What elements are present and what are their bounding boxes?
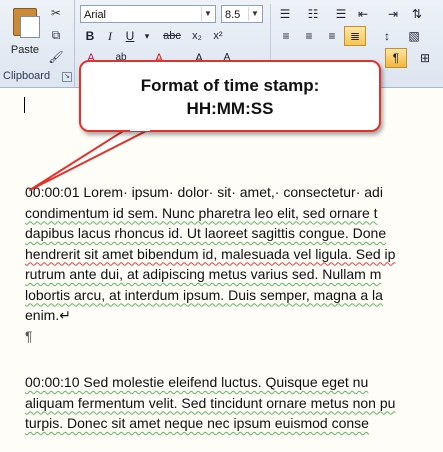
align-right-icon[interactable]: ≡ <box>323 27 341 45</box>
chevron-down-icon[interactable]: ▼ <box>201 7 214 21</box>
align-left-icon[interactable]: ≡ <box>277 27 295 45</box>
group-separator <box>270 4 271 66</box>
multilevel-list-icon[interactable]: ☰ <box>332 5 350 23</box>
clipboard-group: Paste ✂ ⧉ 🖌 Clipboard ↘ <box>0 0 75 87</box>
sort-icon[interactable]: ⇅ <box>408 5 426 23</box>
paste-sheet-icon <box>20 16 40 38</box>
superscript-button[interactable]: x² <box>209 27 227 45</box>
paragraph-line: lobortis arcu, at interdum ipsum. Duis s… <box>25 286 383 303</box>
decrease-indent-icon[interactable]: ⇤ <box>354 5 372 23</box>
paragraph-line: turpis. Donec sit amet neque nec ipsum e… <box>25 415 369 431</box>
clipboard-launcher-icon[interactable]: ↘ <box>62 72 72 82</box>
underline-button[interactable]: U <box>121 27 139 45</box>
numbering-icon[interactable]: ☷ <box>304 5 322 23</box>
italic-button[interactable]: I <box>101 27 119 45</box>
cut-icon[interactable]: ✂ <box>48 5 64 21</box>
pilcrow-mark: ¶ <box>25 328 33 344</box>
callout-title: Format of time stamp: <box>140 76 320 95</box>
paragraph-2: 00:00:10 Sed molestie eleifend luctus. Q… <box>25 372 443 434</box>
underline-dropdown-icon[interactable]: ▾ <box>138 27 156 45</box>
paragraph-line: aliquam fermentum velit. Sed tincidunt o… <box>25 394 396 411</box>
subscript-button[interactable]: x₂ <box>188 27 206 45</box>
font-name-combo[interactable]: Arial ▼ <box>80 5 216 23</box>
show-formatting-button[interactable]: ¶ <box>385 48 407 68</box>
paragraph-line: condimentum id sem. Nunc pharetra leo el… <box>25 204 378 221</box>
paragraph-line: 00:00:01 Lorem· ipsum· dolor· sit· amet,… <box>25 184 383 200</box>
paragraph-line: enim.↵ <box>25 307 71 323</box>
paragraph-line: 00:00:10 Sed molestie eleifend luctus. Q… <box>25 374 369 390</box>
clipboard-group-label: Clipboard <box>3 70 51 82</box>
justify-icon[interactable]: ≣ <box>344 26 366 46</box>
paste-label: Paste <box>10 44 40 56</box>
copy-icon[interactable]: ⧉ <box>48 27 64 43</box>
bold-button[interactable]: B <box>81 27 99 45</box>
paste-button[interactable]: Paste <box>6 4 44 60</box>
font-size-combo[interactable]: 8.5 ▼ <box>221 5 263 23</box>
format-painter-icon[interactable]: 🖌 <box>48 49 64 65</box>
line-spacing-icon[interactable]: ↕ <box>378 27 396 45</box>
paragraph-1: 00:00:01 Lorem· ipsum· dolor· sit· amet,… <box>25 182 443 326</box>
font-size-value: 8.5 <box>225 9 241 21</box>
strikethrough-button[interactable]: abc <box>160 27 184 45</box>
paragraph-line: rutrum ante dui, at adipiscing metus var… <box>25 266 382 282</box>
borders-icon[interactable]: ⊞ <box>416 49 434 67</box>
callout-body: HH:MM:SS <box>186 99 274 118</box>
paragraph-line: hendrerit sit amet bibendum id, malesuad… <box>25 245 396 262</box>
paragraph-line: dapibus lacus rhoncus id. Ut laoreet sag… <box>25 225 387 241</box>
increase-indent-icon[interactable]: ⇥ <box>384 5 402 23</box>
callout-box: Format of time stamp: HH:MM:SS <box>79 60 381 132</box>
bullets-icon[interactable]: ☰ <box>276 5 294 23</box>
align-center-icon[interactable]: ≡ <box>300 27 318 45</box>
font-name-value: Arial <box>84 9 107 21</box>
chevron-down-icon[interactable]: ▼ <box>248 7 261 21</box>
shading-icon[interactable]: ▧ <box>405 27 423 45</box>
text-cursor <box>24 97 25 113</box>
